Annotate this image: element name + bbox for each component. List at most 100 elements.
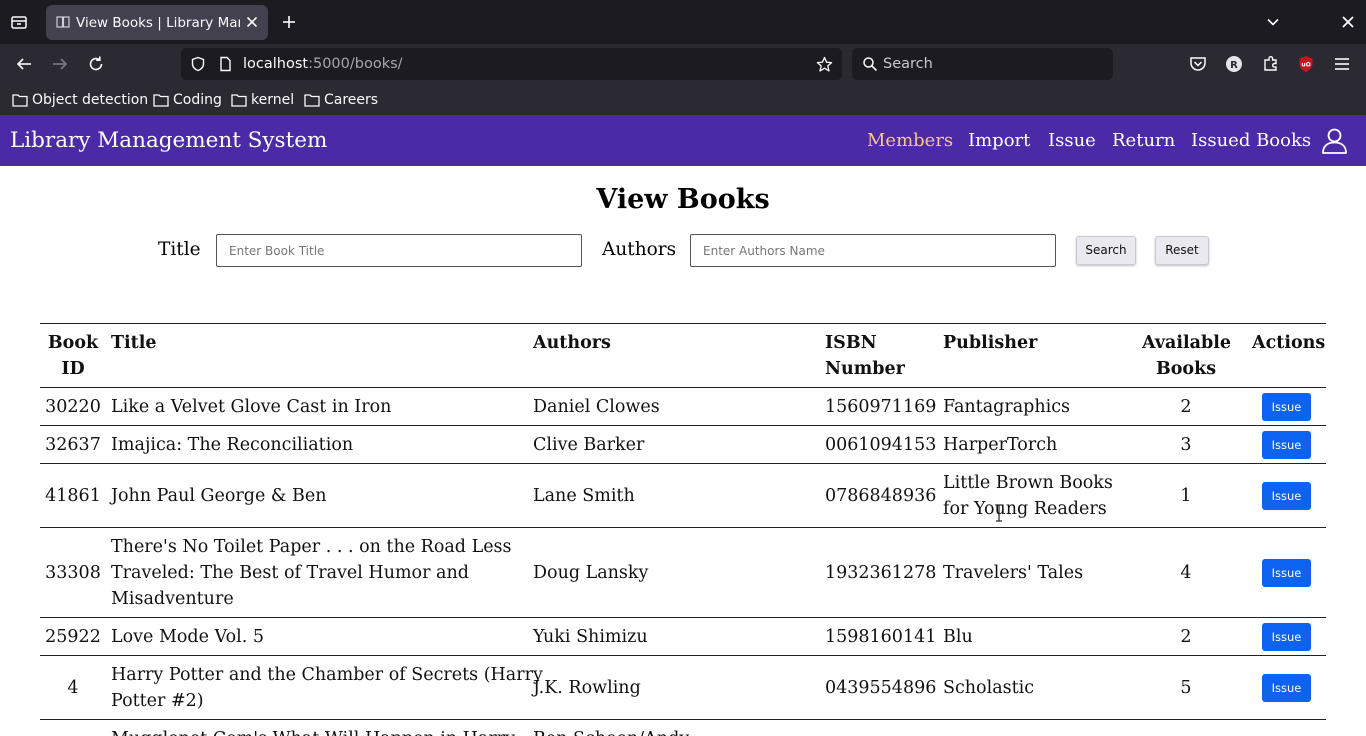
issue-button[interactable]: Issue: [1262, 673, 1311, 702]
header-title: Title: [111, 333, 157, 353]
extensions-puzzle-icon[interactable]: [1261, 54, 1281, 74]
close-tab-icon[interactable]: [244, 14, 260, 30]
bookmark-star-icon[interactable]: [816, 56, 833, 73]
cell-available: 2: [1180, 626, 1192, 647]
cell-authors-line: J.K. Rowling: [533, 677, 641, 698]
cell-publisher-line: for Young Readers: [943, 498, 1107, 519]
ublock-origin-icon[interactable]: uO: [1296, 54, 1316, 74]
cell-isbn: 1560971169: [825, 396, 937, 417]
table-row: 41861 John Paul George & Ben Lane Smith 078…: [40, 464, 1326, 528]
browser-tab-active[interactable]: View Books | Library Management System: [46, 5, 268, 40]
authors-search-input[interactable]: [690, 234, 1056, 267]
issue-button[interactable]: Issue: [1262, 558, 1311, 587]
issue-button[interactable]: Issue: [1262, 430, 1311, 459]
header-book-id: Book ID: [47, 333, 99, 379]
book-favicon-icon: [56, 16, 70, 28]
pocket-icon[interactable]: [1188, 54, 1208, 74]
reload-icon[interactable]: [86, 54, 106, 74]
cell-title-line: Misadventure: [111, 588, 234, 609]
cell-publisher-line: Scholastic: [943, 677, 1035, 698]
books-table: Book ID Title Authors ISBN Number Publishe…: [40, 323, 1326, 736]
nav-return[interactable]: Return: [1112, 129, 1175, 153]
table-row: 4 Harry Potter and the Chamber of Secrets…: [40, 656, 1326, 720]
cell-authors: J.K. Rowling: [533, 675, 641, 701]
tab-title: View Books | Library Management System: [76, 15, 240, 31]
cell-title-line: Harry Potter and the Chamber of Secrets …: [111, 664, 543, 685]
cell-publisher-line: HarperTorch: [943, 434, 1058, 455]
cell-title: Harry Potter and the Chamber of Secrets …: [111, 662, 543, 714]
app-header: Library Management System Members Import…: [0, 115, 1366, 166]
cell-title-line: Love Mode Vol. 5: [111, 626, 264, 647]
nav-issued-books[interactable]: Issued Books: [1191, 129, 1311, 153]
cell-isbn: 1932361278: [825, 562, 937, 583]
user-icon[interactable]: [1321, 127, 1348, 154]
cell-publisher: Blu: [943, 624, 973, 650]
back-arrow-icon[interactable]: [14, 54, 34, 74]
bookmarks-toolbar: Object detection Coding kernel Careers: [0, 84, 1366, 115]
cell-publisher: Little Brown Books for Young Readers: [943, 470, 1113, 522]
profile-initial: R: [1230, 60, 1238, 71]
cell-authors-line: Yuki Shimizu: [533, 626, 648, 647]
forward-arrow-icon[interactable]: [50, 54, 70, 74]
cell-authors: Clive Barker: [533, 432, 644, 458]
tracking-shield-icon[interactable]: [190, 56, 206, 72]
cell-isbn: 1598160141: [825, 626, 937, 647]
cell-authors: Doug Lansky: [533, 560, 648, 586]
nav-import[interactable]: Import: [968, 129, 1030, 153]
issue-button[interactable]: Issue: [1262, 481, 1311, 510]
issue-button[interactable]: Issue: [1262, 622, 1311, 651]
folder-icon: [153, 94, 169, 107]
account-avatar-icon[interactable]: R: [1224, 54, 1244, 74]
table-header: Book ID Title Authors ISBN Number Publishe…: [40, 324, 1326, 388]
app-brand[interactable]: Library Management System: [10, 127, 327, 155]
cell-book-id: 25922: [45, 626, 101, 647]
table-row: 25922 Love Mode Vol. 5 Yuki Shimizu 1598160…: [40, 618, 1326, 656]
title-search-input[interactable]: [216, 234, 582, 267]
cell-title-line: There's No Toilet Paper . . . on the Roa…: [111, 536, 512, 557]
reset-button[interactable]: Reset: [1155, 236, 1209, 265]
page-title: View Books: [596, 184, 770, 215]
folder-icon: [231, 94, 247, 107]
cell-title: John Paul George & Ben: [111, 483, 327, 509]
cell-title: Mugglenet.Com's What Will Happen in Harr…: [111, 726, 515, 736]
authors-label: Authors: [602, 239, 677, 260]
cell-title: Like a Velvet Glove Cast in Iron: [111, 394, 391, 420]
cell-available: 1: [1180, 485, 1192, 506]
close-window-icon[interactable]: [1340, 14, 1356, 30]
cell-title-line: Potter #2): [111, 690, 204, 711]
title-label: Title: [158, 239, 201, 260]
cell-authors: Ben Schoen/Andy: [533, 726, 689, 736]
cell-authors-line: Lane Smith: [533, 485, 635, 506]
cell-publisher-line: Blu: [943, 626, 973, 647]
cell-publisher: Travelers' Tales: [943, 560, 1083, 586]
cell-publisher-line: Little Brown Books: [943, 472, 1113, 493]
search-button[interactable]: Search: [1076, 236, 1136, 265]
url-text: localhost:5000/books/: [243, 55, 403, 73]
cell-book-id: 4: [67, 677, 79, 698]
bookmark-label: Coding: [173, 92, 222, 108]
nav-issue[interactable]: Issue: [1048, 129, 1096, 153]
tab-list-icon[interactable]: [10, 13, 28, 31]
page-info-icon[interactable]: [217, 56, 233, 72]
cell-book-id: 33308: [45, 562, 101, 583]
table-row: 32637 Imajica: The Reconciliation Clive Ba…: [40, 426, 1326, 464]
new-tab-icon[interactable]: [281, 14, 297, 30]
url-path: :5000/books/: [308, 56, 403, 72]
cell-publisher: HarperTorch: [943, 432, 1057, 458]
address-bar[interactable]: localhost:5000/books/: [181, 48, 842, 80]
chevron-down-icon[interactable]: [1265, 14, 1281, 30]
cell-title: Love Mode Vol. 5: [111, 624, 264, 650]
bookmark-label: kernel: [251, 92, 295, 108]
cell-title-line: Mugglenet.Com's What Will Happen in Harr…: [111, 726, 515, 736]
browser-search-bar[interactable]: Search: [852, 48, 1113, 80]
header-publisher: Publisher: [943, 333, 1038, 353]
text-cursor-icon: [996, 504, 1002, 522]
svg-text:uO: uO: [1301, 62, 1310, 69]
issue-button[interactable]: Issue: [1262, 392, 1311, 421]
header-available: Available Books: [1142, 333, 1232, 379]
cell-publisher-line: Travelers' Tales: [943, 562, 1084, 583]
menu-hamburger-icon[interactable]: [1332, 54, 1352, 74]
cell-title-line: Traveled: The Best of Travel Humor and: [111, 562, 469, 583]
cell-authors-line: Daniel Clowes: [533, 396, 660, 417]
nav-members[interactable]: Members: [867, 129, 953, 153]
